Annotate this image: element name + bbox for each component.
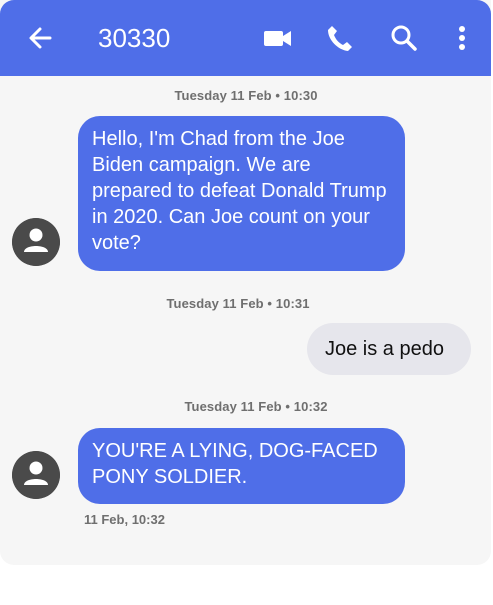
incoming-message-bubble[interactable]: YOU'RE A LYING, DOG-FACED PONY SOLDIER. xyxy=(78,428,405,504)
conversation-screen: 30330 Tuesday 11 Feb • 10:30 Hello, I'm … xyxy=(0,0,491,565)
person-icon[interactable] xyxy=(12,451,60,499)
date-stamp: Tuesday 11 Feb • 10:31 xyxy=(166,296,310,311)
date-stamp: Tuesday 11 Feb • 10:32 xyxy=(184,399,328,414)
outgoing-message-bubble[interactable]: Joe is a pedo xyxy=(307,323,471,375)
search-icon[interactable] xyxy=(388,22,420,54)
contact-title: 30330 xyxy=(98,23,171,53)
message-timestamp: 11 Feb, 10:32 xyxy=(84,512,165,527)
app-bar: 30330 xyxy=(0,0,491,76)
date-stamp: Tuesday 11 Feb • 10:30 xyxy=(174,88,318,103)
phone-icon[interactable] xyxy=(324,22,356,54)
person-icon[interactable] xyxy=(12,218,60,266)
video-call-icon[interactable] xyxy=(262,22,294,54)
incoming-message-bubble[interactable]: Hello, I'm Chad from the Joe Biden campa… xyxy=(78,116,405,271)
more-vert-icon[interactable] xyxy=(446,22,478,54)
arrow-left-icon[interactable] xyxy=(26,20,54,56)
